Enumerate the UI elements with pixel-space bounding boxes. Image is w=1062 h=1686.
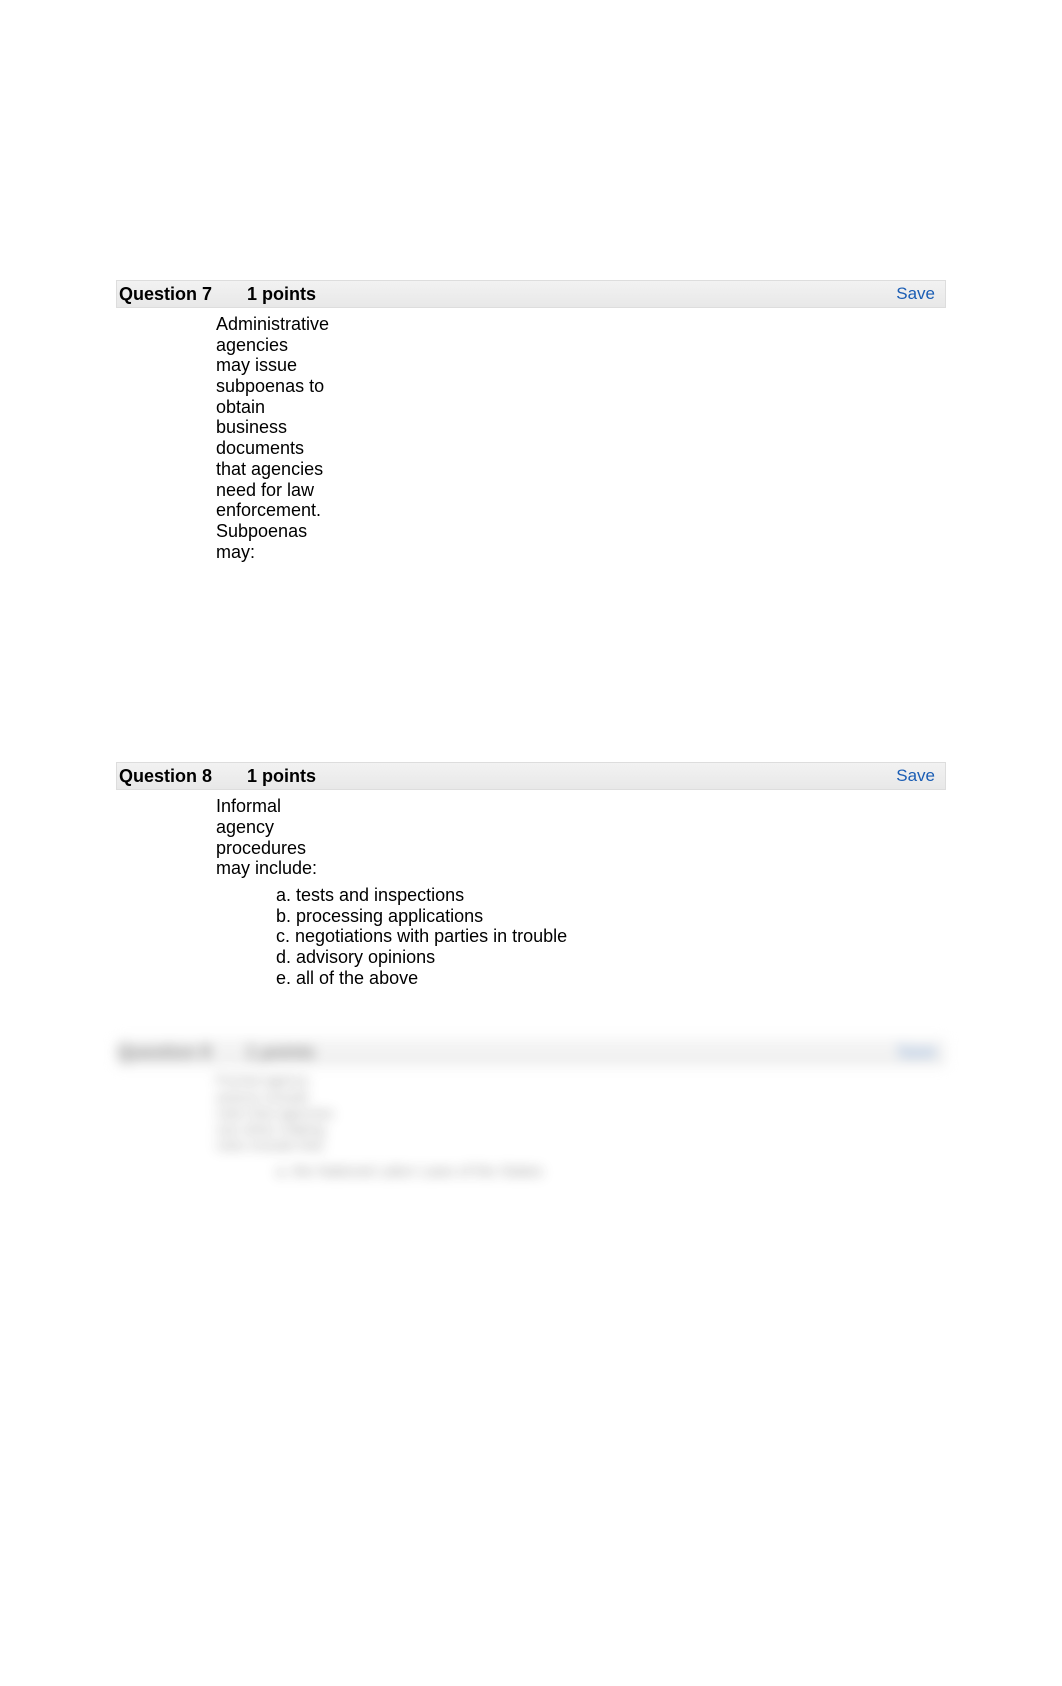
option-e[interactable]: e. all of the above — [276, 968, 946, 989]
question-7-block: Question 7 1 points Save Administrative … — [116, 280, 946, 712]
question-points: 1 points — [247, 284, 316, 305]
question-points: 1 points — [247, 766, 316, 787]
save-button: Save — [897, 1042, 936, 1062]
option-b[interactable]: b. processing applications — [276, 906, 946, 927]
question-text: Formal agency actions include rules that… — [116, 1066, 336, 1152]
question-number: Question 7 — [117, 284, 247, 305]
question-number: Question 9 — [116, 1042, 246, 1063]
question-header: Question 7 1 points Save — [116, 280, 946, 308]
question-body: Administrative agencies may issue subpoe… — [116, 308, 946, 562]
question-header: Question 9 1 points Save — [116, 1038, 946, 1066]
question-number: Question 8 — [117, 766, 247, 787]
save-button[interactable]: Save — [896, 766, 935, 786]
options-list: a. tests and inspections b. processing a… — [216, 879, 946, 988]
question-8-block: Question 8 1 points Save Informal agency… — [116, 762, 946, 988]
question-9-block-blurred: Question 9 1 points Save Formal agency a… — [116, 1038, 946, 1179]
question-header: Question 8 1 points Save — [116, 762, 946, 790]
question-text: Informal agency procedures may include: — [216, 796, 331, 879]
option-a: a. the National Labor Laws of the States — [116, 1153, 946, 1180]
question-points: 1 points — [246, 1042, 315, 1063]
question-body: Informal agency procedures may include: … — [116, 790, 946, 988]
option-a[interactable]: a. tests and inspections — [276, 885, 946, 906]
option-c[interactable]: c. negotiations with parties in trouble — [276, 926, 946, 947]
question-text: Administrative agencies may issue subpoe… — [216, 314, 326, 562]
save-button[interactable]: Save — [896, 284, 935, 304]
option-d[interactable]: d. advisory opinions — [276, 947, 946, 968]
